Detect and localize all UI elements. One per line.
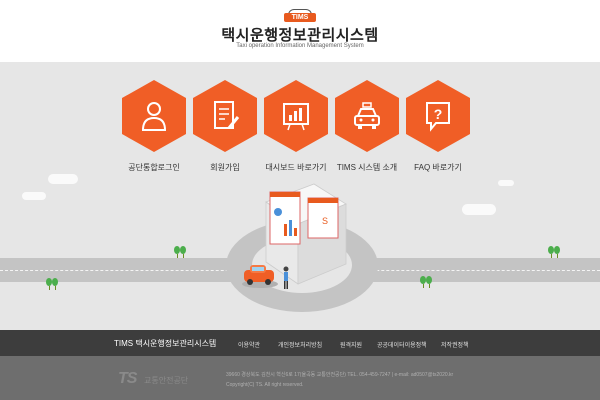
- org-name: 교통안전공단: [144, 376, 189, 385]
- menu-item-signup[interactable]: 회원가입: [185, 80, 265, 190]
- svg-text:S: S: [322, 216, 328, 226]
- dashboard-hexagon: [264, 80, 328, 152]
- footer-link-open-data[interactable]: 공공데이터이용정책: [377, 340, 427, 349]
- faq-hexagon: ?: [406, 80, 470, 152]
- tims-intro-hexagon: [335, 80, 399, 152]
- footer-address: 39660 경상북도 김천시 혁신6로 17(율곡동 교통안전공단) TEL. …: [226, 372, 454, 378]
- footer-link-copyright-policy[interactable]: 저작권정책: [441, 340, 469, 349]
- menu-item-tims-intro[interactable]: TIMS 시스템 소개: [327, 80, 407, 190]
- main-scene: S 공단통합로그인 회원가입 대시보드 바로가기 TIMS 시스템 소개 ? F…: [0, 62, 600, 330]
- person-figure-icon: [283, 266, 289, 289]
- menu-item-dashboard[interactable]: 대시보드 바로가기: [256, 80, 336, 190]
- logo-text: TIMS: [284, 13, 316, 22]
- ts-logo[interactable]: TS: [118, 370, 137, 388]
- chart-board-icon: [283, 103, 309, 131]
- footer-info: TS 교통안전공단 39660 경상북도 김천시 혁신6로 17(율곡동 교통안…: [0, 356, 600, 400]
- login-hexagon: [122, 80, 186, 152]
- signup-hexagon: [193, 80, 257, 152]
- tree-icon: [174, 246, 188, 260]
- tree-icon: [420, 276, 434, 290]
- footer-link-remote-support[interactable]: 원격지원: [340, 340, 362, 349]
- cloud-decoration: [48, 174, 78, 184]
- footer-brand: TIMS 택시운행정보관리시스템: [114, 339, 217, 348]
- site-header: TIMS 택시운행정보관리시스템 Taxi operation Informat…: [0, 0, 600, 62]
- footer-link-terms[interactable]: 이용약관: [238, 340, 260, 349]
- document-pencil-icon: [214, 101, 240, 129]
- footer-link-privacy[interactable]: 개인정보처리방침: [278, 340, 322, 349]
- menu-item-faq[interactable]: ? FAQ 바로가기: [398, 80, 478, 190]
- menu-item-login[interactable]: 공단통합로그인: [114, 80, 194, 190]
- site-title: 택시운행정보관리시스템: [221, 27, 379, 44]
- footer-copyright: Copyright(C) TS. All right reserved.: [226, 382, 304, 388]
- person-icon: [141, 102, 167, 131]
- question-bubble-icon: ?: [426, 102, 450, 132]
- taxi-icon: [354, 102, 380, 129]
- taxi-car-icon: [242, 265, 278, 288]
- site-subtitle: Taxi operation Information Management Sy…: [236, 43, 364, 49]
- tree-icon: [548, 246, 562, 260]
- cloud-decoration: [22, 192, 46, 200]
- footer-nav: TIMS 택시운행정보관리시스템 이용약관 개인정보처리방침 원격지원 공공데이…: [0, 330, 600, 356]
- tims-logo[interactable]: TIMS: [284, 9, 316, 22]
- svg-text:?: ?: [434, 106, 443, 122]
- cloud-decoration: [498, 180, 514, 186]
- menu-label-faq: FAQ 바로가기: [414, 163, 462, 172]
- tree-icon: [46, 278, 60, 292]
- cloud-decoration: [462, 204, 496, 215]
